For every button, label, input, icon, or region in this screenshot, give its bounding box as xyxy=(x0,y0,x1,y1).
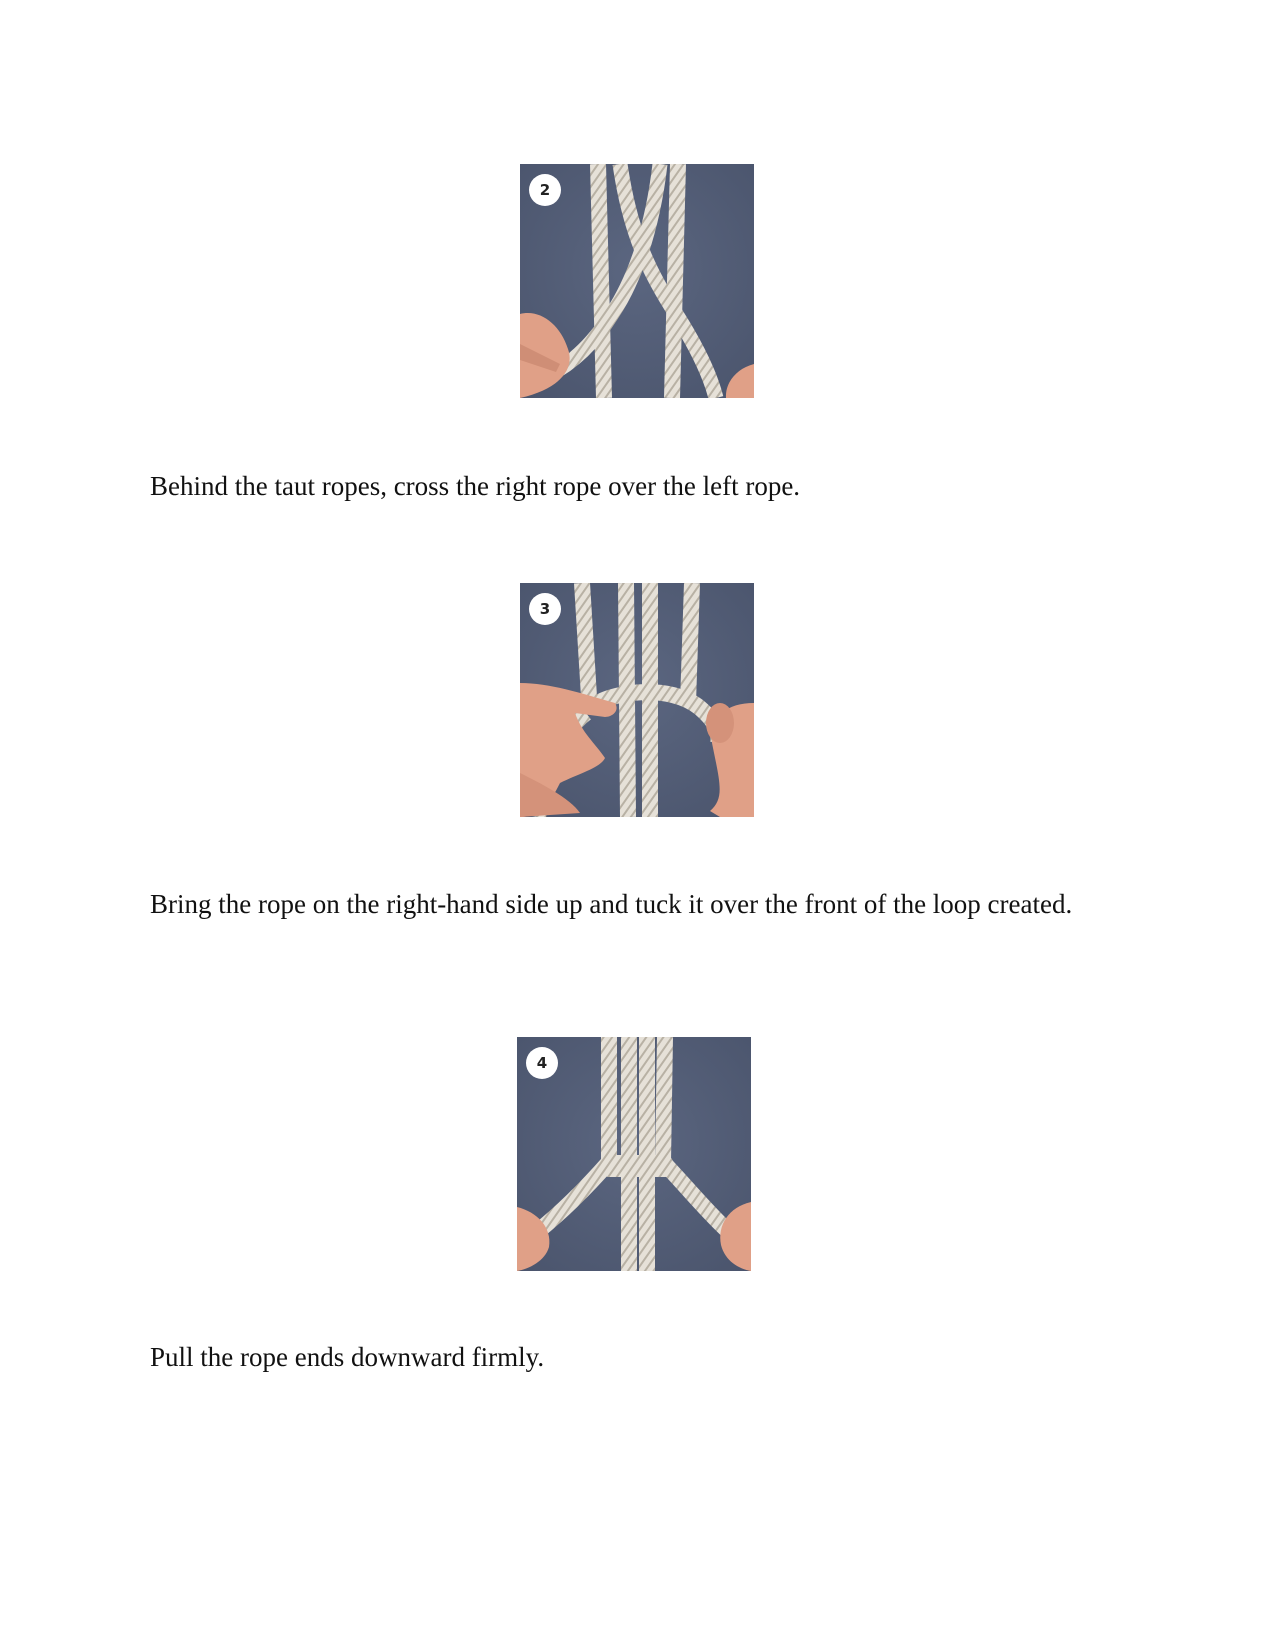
step-4-caption: Pull the rope ends downward firmly. xyxy=(150,1342,545,1372)
step-number-badge: 3 xyxy=(539,600,551,618)
step-number-badge: 2 xyxy=(539,181,551,199)
step-2-photo: 2 xyxy=(520,164,754,398)
step-3-caption: Bring the rope on the right-hand side up… xyxy=(150,889,1073,919)
step-3-photo: 3 xyxy=(520,583,754,817)
step-4-photo: 4 xyxy=(517,1037,751,1271)
step-number-badge: 4 xyxy=(536,1054,548,1072)
step-2-caption: Behind the taut ropes, cross the right r… xyxy=(150,471,801,501)
